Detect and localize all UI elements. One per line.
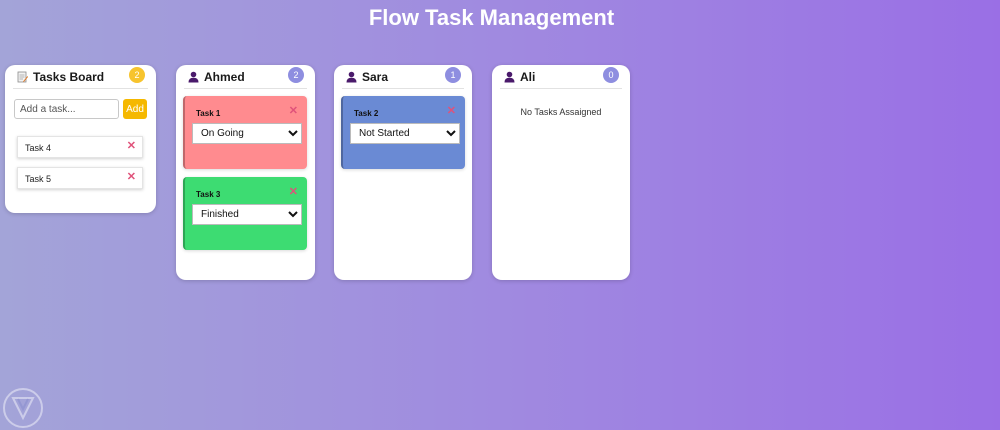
member-name: Ahmed xyxy=(204,70,245,84)
empty-state-text: No Tasks Assaigned xyxy=(520,107,602,117)
task-card-label: Task 3 xyxy=(196,190,221,199)
tasks-board-header: Tasks Board 2 xyxy=(13,65,148,89)
member-column-ahmed: Ahmed 2 Task 1 ✕ Not StartedOn GoingFini… xyxy=(176,65,315,280)
remove-task-icon[interactable]: ✕ xyxy=(127,140,136,152)
member-header: Ahmed 2 xyxy=(184,65,307,89)
member-header: Sara 1 xyxy=(342,65,464,89)
notepad-icon xyxy=(17,70,28,88)
board-task-label: Task 5 xyxy=(25,174,52,184)
member-column-sara: Sara 1 Task 2 ✕ Not StartedOn GoingFinis… xyxy=(334,65,472,280)
task-card[interactable]: Task 2 ✕ Not StartedOn GoingFinished xyxy=(341,96,465,169)
user-icon xyxy=(188,70,199,88)
member-column-ali: Ali 0 No Tasks Assaigned xyxy=(492,65,630,280)
task-card-label: Task 2 xyxy=(354,109,379,118)
member-name: Ali xyxy=(520,70,536,84)
member-name: Sara xyxy=(362,70,389,84)
task-status-select[interactable]: Not StartedOn GoingFinished xyxy=(192,123,302,144)
task-card[interactable]: Task 3 ✕ Not StartedOn GoingFinished xyxy=(183,177,307,250)
remove-task-icon[interactable]: ✕ xyxy=(447,105,456,117)
add-task-button[interactable]: Add xyxy=(123,99,147,119)
task-status-select[interactable]: Not StartedOn GoingFinished xyxy=(192,204,302,225)
member-count-badge: 2 xyxy=(288,67,304,83)
member-header: Ali 0 xyxy=(500,65,622,89)
watermark-logo-icon xyxy=(2,387,44,430)
page-title: Flow Task Management xyxy=(368,5,615,30)
task-card[interactable]: Task 1 ✕ Not StartedOn GoingFinished xyxy=(183,96,307,169)
user-icon xyxy=(346,70,357,88)
board-task-item[interactable]: Task 5 ✕ xyxy=(17,167,143,189)
remove-task-icon[interactable]: ✕ xyxy=(127,171,136,183)
member-count-badge: 1 xyxy=(445,67,461,83)
task-card-label: Task 1 xyxy=(196,109,221,118)
member-count-badge: 0 xyxy=(603,67,619,83)
remove-task-icon[interactable]: ✕ xyxy=(289,186,298,198)
user-icon xyxy=(504,70,515,88)
board-task-label: Task 4 xyxy=(25,143,52,153)
task-status-select[interactable]: Not StartedOn GoingFinished xyxy=(350,123,460,144)
tasks-board-title: Tasks Board xyxy=(33,70,105,84)
tasks-board-count-badge: 2 xyxy=(129,67,145,83)
tasks-board-column: Tasks Board 2 Add Task 4 ✕ Task 5 ✕ xyxy=(5,65,156,213)
board-task-item[interactable]: Task 4 ✕ xyxy=(17,136,143,158)
remove-task-icon[interactable]: ✕ xyxy=(289,105,298,117)
add-task-input[interactable] xyxy=(14,99,119,119)
